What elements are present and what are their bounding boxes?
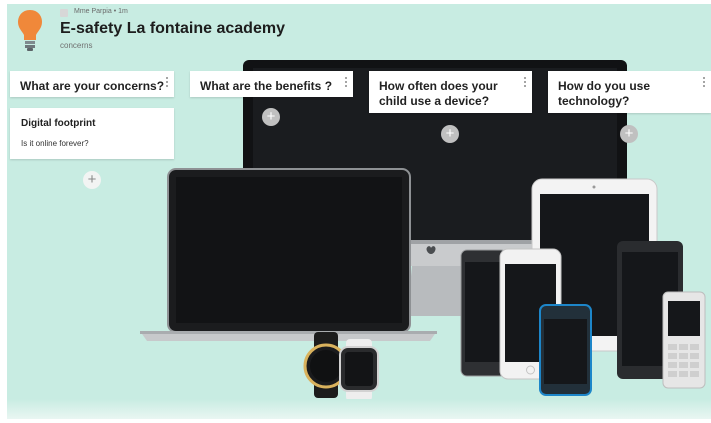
more-options-icon[interactable] xyxy=(343,76,349,90)
column-title: How do you use technology? xyxy=(558,79,651,108)
add-post-button-benefits[interactable]: + xyxy=(262,108,280,126)
post-body: Is it online forever? xyxy=(21,139,89,148)
padlet-header: Mme Parpia • 1m E-safety La fontaine aca… xyxy=(7,4,711,64)
padlet-title: E-safety La fontaine academy xyxy=(60,20,285,37)
column-header-benefits: What are the benefits ? xyxy=(190,71,353,97)
lightbulb-icon xyxy=(18,10,42,51)
padlet-canvas: Mme Parpia • 1m E-safety La fontaine aca… xyxy=(0,0,711,423)
more-options-icon[interactable] xyxy=(522,76,528,90)
devices-background-image xyxy=(140,60,706,401)
author-name: Mme Parpia xyxy=(74,8,112,15)
add-post-button-technology-use[interactable]: + xyxy=(620,125,638,143)
column-title: What are your concerns? xyxy=(20,79,165,93)
post-card[interactable]: Digital footprint Is it online forever? xyxy=(10,108,174,159)
column-header-concerns: What are your concerns? xyxy=(10,71,174,97)
more-options-icon[interactable] xyxy=(701,76,707,90)
post-title: Digital footprint xyxy=(21,118,96,129)
author-line: Mme Parpia • 1m xyxy=(74,8,128,15)
author-avatar xyxy=(60,9,68,17)
column-header-device-usage: How often does your child use a device? xyxy=(369,71,532,113)
column-title: What are the benefits ? xyxy=(200,79,333,93)
add-post-button-concerns[interactable]: + xyxy=(83,171,101,189)
column-title: How often does your child use a device? xyxy=(379,79,498,108)
apple-watch-illustration xyxy=(339,339,379,401)
macbook-illustration xyxy=(140,168,437,341)
add-post-button-device-usage[interactable]: + xyxy=(441,125,459,143)
padlet-subtitle: concerns xyxy=(60,41,93,50)
feature-phone-illustration xyxy=(662,291,706,389)
more-options-icon[interactable] xyxy=(164,76,170,90)
post-age: 1m xyxy=(118,8,128,15)
padlet-board: Mme Parpia • 1m E-safety La fontaine aca… xyxy=(7,4,711,419)
column-header-technology-use: How do you use technology? xyxy=(548,71,711,113)
board-bottom-fade xyxy=(7,399,711,419)
lumia-phone-illustration xyxy=(539,304,592,396)
